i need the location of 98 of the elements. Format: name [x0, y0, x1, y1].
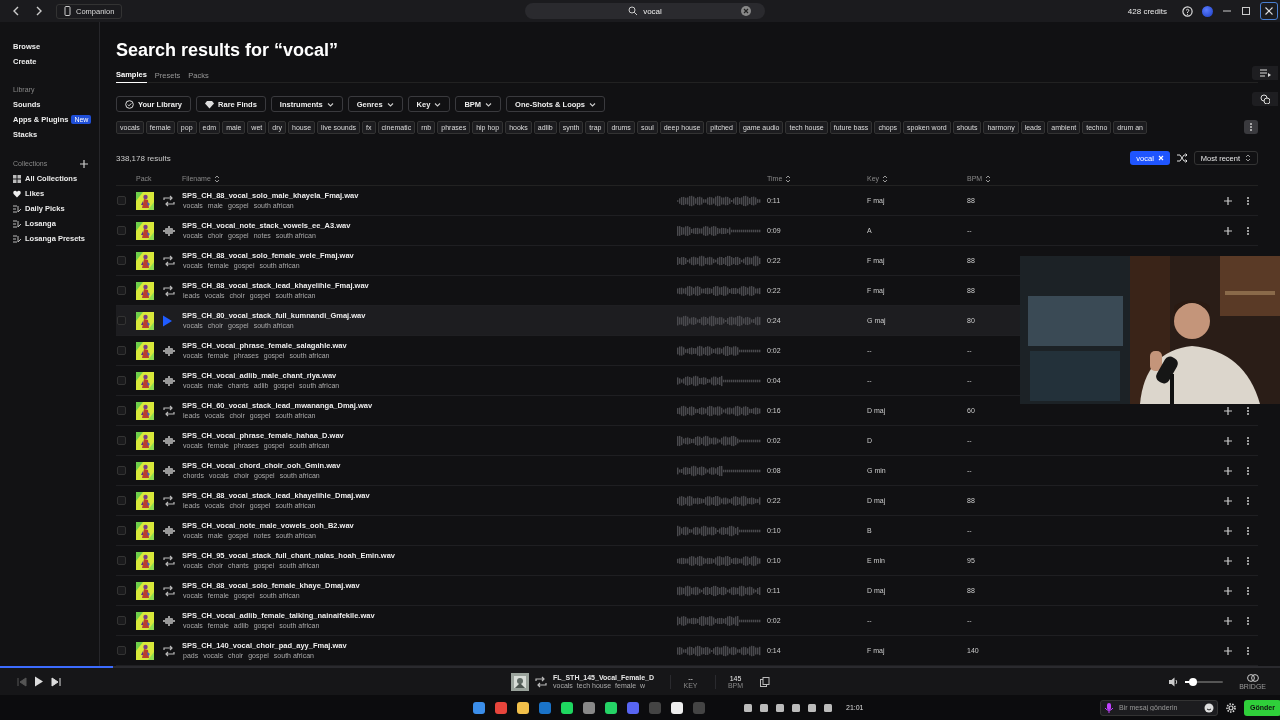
tags-button[interactable] [1252, 92, 1278, 106]
more-icon[interactable] [1246, 465, 1250, 476]
add-icon[interactable] [1223, 495, 1233, 506]
copy-icon[interactable] [760, 676, 770, 687]
previous-icon[interactable] [17, 676, 27, 687]
windows-icon[interactable] [473, 701, 485, 714]
close-icon [1264, 6, 1274, 16]
more-icon [1249, 122, 1253, 132]
sort-icon [1245, 154, 1251, 162]
queue-button[interactable] [1252, 66, 1278, 80]
close-button[interactable] [1260, 2, 1278, 20]
playlist-icon [13, 234, 21, 243]
add-icon[interactable] [1223, 465, 1233, 476]
shuffle-icon[interactable] [1175, 153, 1188, 163]
playlist-icon [13, 219, 21, 228]
play-icon[interactable] [34, 676, 44, 687]
checkbox[interactable] [117, 646, 126, 655]
bridge-icon [1246, 673, 1259, 683]
add-icon[interactable] [1223, 525, 1233, 536]
search-field[interactable]: vocal [525, 3, 765, 19]
circles-icon [1260, 94, 1270, 104]
checkbox[interactable] [117, 406, 126, 415]
check-circle-icon [125, 99, 134, 109]
checkbox[interactable] [117, 316, 126, 325]
checkbox[interactable] [117, 196, 126, 205]
more-icon[interactable] [1246, 495, 1250, 506]
add-icon[interactable] [1223, 555, 1233, 566]
more-icon[interactable] [1246, 435, 1250, 446]
clear-icon[interactable] [741, 6, 751, 16]
mail-icon[interactable] [539, 701, 551, 714]
add-icon[interactable] [1223, 645, 1233, 656]
next-icon[interactable] [51, 676, 61, 687]
browser-icon[interactable] [495, 701, 507, 714]
music-app-icon[interactable] [561, 701, 573, 714]
add-icon[interactable] [79, 158, 89, 169]
queue-icon [1259, 68, 1271, 78]
playlist-icon [13, 204, 21, 213]
heart-icon [13, 189, 21, 198]
search-icon [628, 6, 639, 16]
more-icon[interactable] [1246, 525, 1250, 536]
add-icon[interactable] [1223, 615, 1233, 626]
credits-label: 428 credits [1127, 6, 1167, 16]
mic-icon [1104, 702, 1114, 713]
sort-icon [785, 174, 792, 183]
diamond-icon [205, 99, 215, 109]
checkbox[interactable] [117, 436, 126, 445]
loop-icon [534, 675, 548, 688]
folder-icon[interactable] [517, 701, 529, 714]
volume-slider[interactable] [1185, 680, 1224, 683]
more-icon[interactable] [1246, 615, 1250, 626]
back-icon[interactable] [12, 6, 21, 16]
help-icon[interactable] [1182, 5, 1193, 17]
caret-icon [326, 101, 334, 107]
more-icon[interactable] [1246, 195, 1250, 206]
more-icon[interactable] [1246, 555, 1250, 566]
emoji-icon [1204, 702, 1214, 713]
checkbox[interactable] [117, 376, 126, 385]
caret-icon [386, 101, 394, 107]
checkbox[interactable] [117, 286, 126, 295]
chat-app-icon[interactable] [605, 701, 617, 714]
caret-icon [434, 101, 442, 107]
checkbox[interactable] [117, 256, 126, 265]
checkbox[interactable] [117, 526, 126, 535]
remove-icon [1157, 155, 1164, 161]
more-icon[interactable] [1246, 405, 1250, 416]
add-icon[interactable] [1223, 405, 1233, 416]
chat-app-icon[interactable] [627, 701, 639, 714]
sort-icon [985, 174, 992, 183]
slider-thumb[interactable] [1188, 677, 1197, 686]
checkbox[interactable] [117, 556, 126, 565]
more-icon[interactable] [1246, 645, 1250, 656]
volume-icon[interactable] [1169, 676, 1180, 687]
checkbox[interactable] [117, 616, 126, 625]
add-icon[interactable] [1223, 435, 1233, 446]
sort-icon [213, 174, 220, 183]
checkbox[interactable] [117, 496, 126, 505]
more-icon[interactable] [1246, 225, 1250, 236]
grid-icon [13, 174, 21, 183]
app-icon[interactable] [671, 701, 683, 714]
add-icon[interactable] [1223, 585, 1233, 596]
checkbox[interactable] [117, 466, 126, 475]
more-icon[interactable] [1246, 585, 1250, 596]
checkbox[interactable] [117, 226, 126, 235]
caret-icon [485, 101, 493, 107]
maximize-icon[interactable] [1241, 6, 1251, 16]
add-icon[interactable] [1223, 225, 1233, 236]
results-count: 338,178 results [116, 153, 171, 163]
add-icon[interactable] [1223, 195, 1233, 206]
sort-icon [882, 174, 889, 183]
caret-icon [589, 101, 597, 107]
settings-icon[interactable] [1226, 702, 1236, 713]
checkbox[interactable] [117, 586, 126, 595]
forward-icon[interactable] [34, 6, 43, 16]
avatar[interactable] [1202, 5, 1213, 17]
page-title: Search results for “vocal” [116, 39, 340, 62]
more-button[interactable] [1244, 120, 1258, 134]
phone-icon [64, 6, 71, 16]
checkbox[interactable] [117, 346, 126, 355]
